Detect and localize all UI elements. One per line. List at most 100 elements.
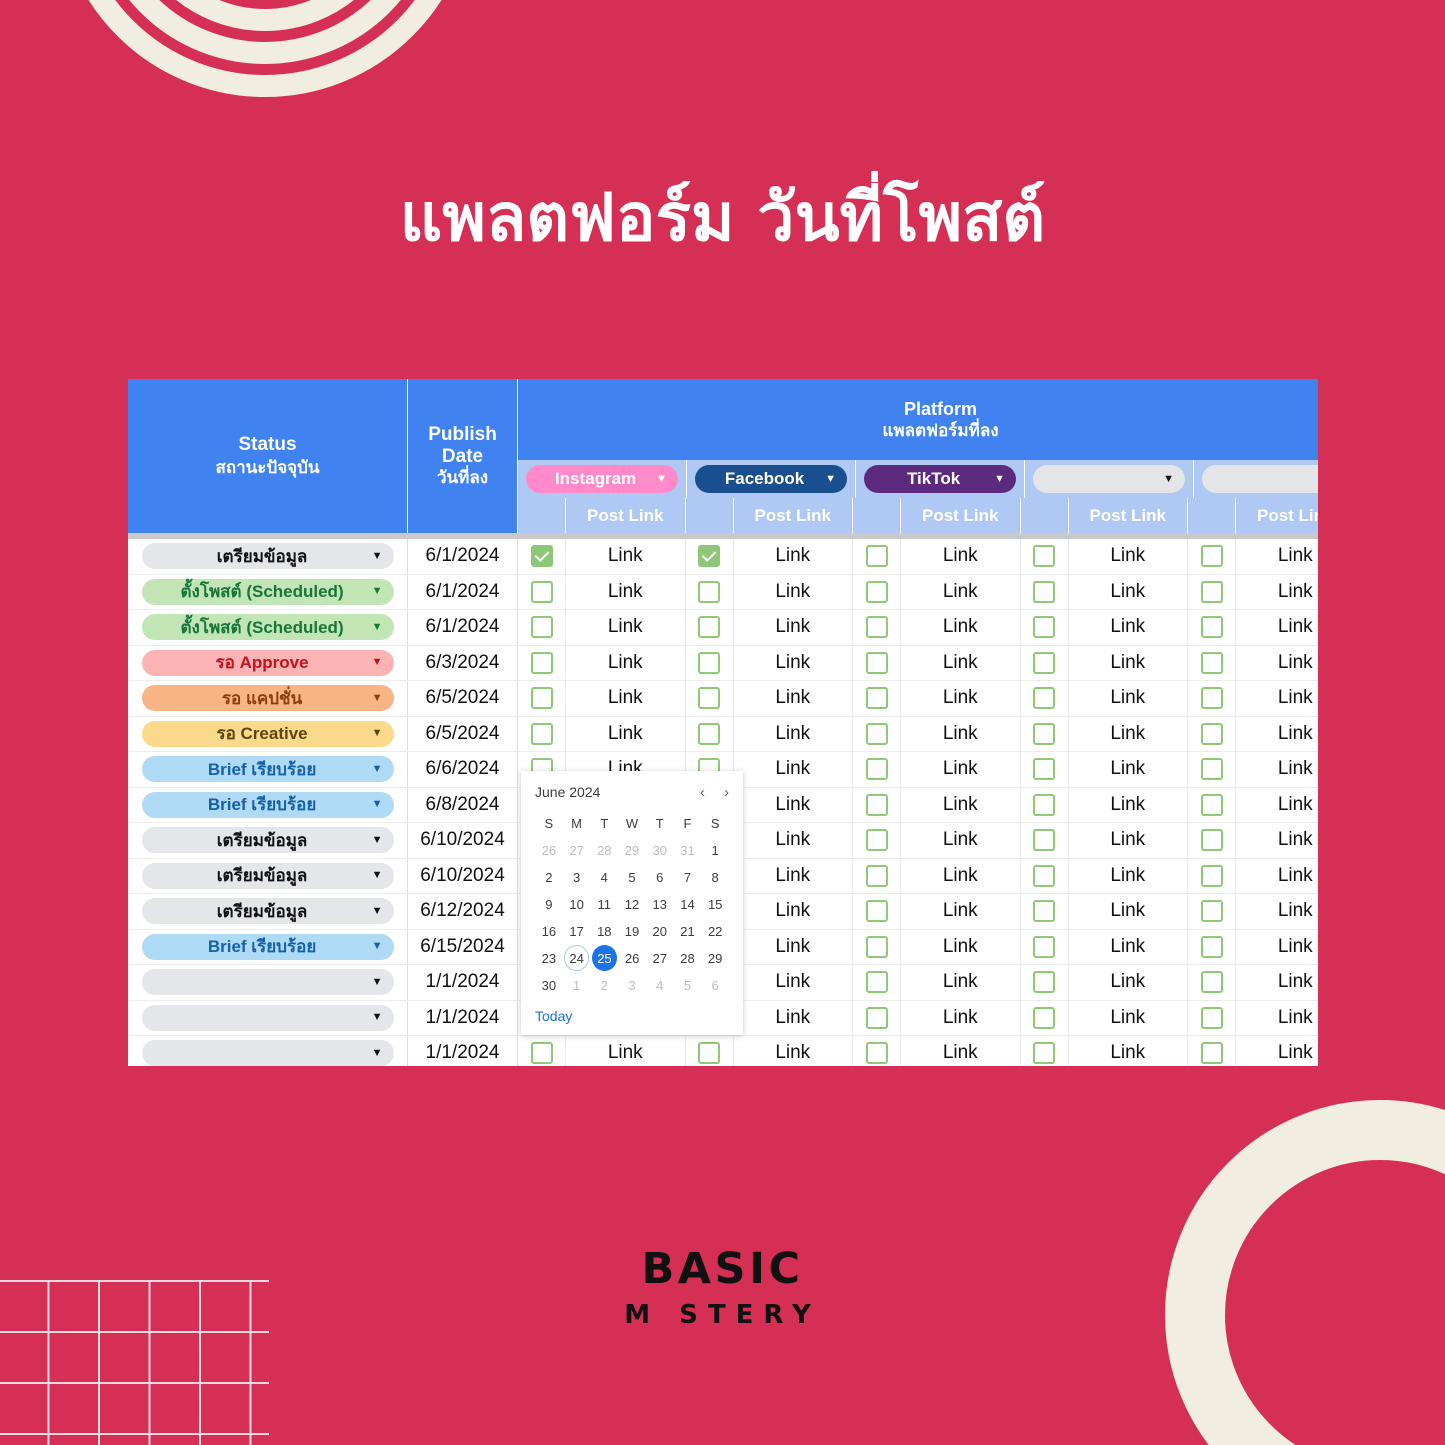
post-link-cell[interactable]: Link xyxy=(1236,965,1318,1000)
post-link-cell[interactable]: Link xyxy=(901,1036,1021,1066)
platform-checkbox-cell[interactable] xyxy=(686,610,734,645)
post-link-cell[interactable]: Link xyxy=(566,681,686,716)
checkbox-unchecked-icon[interactable] xyxy=(1033,1006,1055,1029)
post-link-cell[interactable]: Link xyxy=(901,787,1021,822)
next-month-icon[interactable]: › xyxy=(724,785,729,800)
platform-checkbox-cell[interactable] xyxy=(1188,929,1236,964)
checkbox-unchecked-icon[interactable] xyxy=(865,935,888,958)
platform-checkbox-cell[interactable] xyxy=(1188,716,1236,751)
publish-date-cell[interactable]: 6/6/2024 xyxy=(408,752,518,787)
calendar-day[interactable]: 21 xyxy=(674,918,702,945)
platform-checkbox-cell[interactable] xyxy=(1021,645,1069,680)
post-link-cell[interactable]: Link xyxy=(734,645,853,680)
platform-checkbox-cell[interactable] xyxy=(1188,1036,1236,1066)
calendar-day[interactable]: 4 xyxy=(590,864,618,891)
checkbox-unchecked-icon[interactable] xyxy=(1200,580,1223,603)
checkbox-unchecked-icon[interactable] xyxy=(1200,900,1223,923)
platform-checkbox-cell[interactable] xyxy=(518,716,566,751)
checkbox-unchecked-icon[interactable] xyxy=(1200,1006,1223,1029)
checkbox-unchecked-icon[interactable] xyxy=(865,687,888,710)
checkbox-unchecked-icon[interactable] xyxy=(1200,935,1223,958)
platform-checkbox-cell[interactable] xyxy=(1188,645,1236,680)
calendar-day[interactable]: 12 xyxy=(618,891,646,918)
calendar-day[interactable]: 10 xyxy=(563,891,591,918)
platform-checkbox-cell[interactable] xyxy=(686,645,734,680)
platform-checkbox-cell[interactable] xyxy=(686,539,734,574)
post-link-cell[interactable]: Link xyxy=(1069,823,1188,858)
platform-dropdown-tiktok[interactable]: TikTok ▼ xyxy=(864,465,1016,493)
post-link-cell[interactable]: Link xyxy=(566,716,686,751)
checkbox-checked-icon[interactable] xyxy=(698,545,720,568)
post-link-cell[interactable]: Link xyxy=(566,1036,686,1066)
checkbox-unchecked-icon[interactable] xyxy=(1033,580,1055,603)
platform-checkbox-cell[interactable] xyxy=(1021,929,1069,964)
platform-checkbox-cell[interactable] xyxy=(853,539,901,574)
post-link-cell[interactable]: Link xyxy=(734,681,853,716)
checkbox-unchecked-icon[interactable] xyxy=(698,687,720,710)
publish-date-cell[interactable]: 1/1/2024 xyxy=(408,1000,518,1035)
checkbox-unchecked-icon[interactable] xyxy=(1033,651,1055,674)
checkbox-unchecked-icon[interactable] xyxy=(865,1006,888,1029)
post-link-cell[interactable]: Link xyxy=(734,823,853,858)
post-link-cell[interactable]: Link xyxy=(1236,646,1318,681)
post-link-cell[interactable]: Link xyxy=(1236,894,1318,929)
platform-checkbox-cell[interactable] xyxy=(1021,574,1069,609)
calendar-day[interactable]: 27 xyxy=(563,837,591,864)
platform-checkbox-cell[interactable] xyxy=(1021,752,1069,787)
calendar-day[interactable]: 17 xyxy=(563,918,591,945)
checkbox-unchecked-icon[interactable] xyxy=(865,545,888,568)
calendar-day-selected[interactable]: 25 xyxy=(592,945,617,971)
post-link-cell[interactable]: Link xyxy=(566,610,686,645)
calendar-day[interactable]: 16 xyxy=(535,918,563,945)
platform-checkbox-cell[interactable] xyxy=(853,1036,901,1066)
platform-checkbox-cell[interactable] xyxy=(1188,681,1236,716)
calendar-day[interactable]: 2 xyxy=(590,972,618,999)
checkbox-unchecked-icon[interactable] xyxy=(1033,616,1055,639)
calendar-day[interactable]: 6 xyxy=(646,864,674,891)
checkbox-unchecked-icon[interactable] xyxy=(1033,971,1055,994)
checkbox-unchecked-icon[interactable] xyxy=(865,829,888,852)
platform-checkbox-cell[interactable] xyxy=(853,716,901,751)
calendar-day[interactable]: 14 xyxy=(674,891,702,918)
platform-checkbox-cell[interactable] xyxy=(518,1036,566,1066)
calendar-day[interactable]: 19 xyxy=(618,918,646,945)
platform-checkbox-cell[interactable] xyxy=(518,574,566,609)
status-dropdown[interactable]: รอ แคปชั่น ▼ xyxy=(141,685,394,712)
platform-checkbox-cell[interactable] xyxy=(518,645,566,680)
status-dropdown[interactable]: เตรียมข้อมูล ▼ xyxy=(141,898,394,925)
checkbox-unchecked-icon[interactable] xyxy=(1033,758,1055,781)
calendar-day[interactable]: 11 xyxy=(590,891,618,918)
calendar-day[interactable]: 18 xyxy=(590,918,618,945)
calendar-day[interactable]: 3 xyxy=(618,972,646,999)
checkbox-unchecked-icon[interactable] xyxy=(865,793,888,816)
calendar-day[interactable]: 30 xyxy=(646,837,674,864)
post-link-cell[interactable]: Link xyxy=(734,858,853,893)
calendar-day[interactable]: 7 xyxy=(674,864,702,891)
platform-checkbox-cell[interactable] xyxy=(1021,823,1069,858)
platform-checkbox-cell[interactable] xyxy=(1021,610,1069,645)
status-dropdown[interactable]: ตั้งโพสต์ (Scheduled) ▼ xyxy=(141,614,394,641)
status-dropdown[interactable]: ▼ xyxy=(141,969,394,996)
calendar-day[interactable]: 3 xyxy=(563,864,591,891)
post-link-cell[interactable]: Link xyxy=(901,681,1021,716)
post-link-cell[interactable]: Link xyxy=(901,752,1021,787)
post-link-cell[interactable]: Link xyxy=(1236,1036,1318,1066)
post-link-cell[interactable]: Link xyxy=(901,823,1021,858)
post-link-cell[interactable]: Link xyxy=(1236,539,1318,574)
publish-date-cell[interactable]: 6/12/2024 xyxy=(408,894,518,929)
checkbox-unchecked-icon[interactable] xyxy=(1200,651,1223,674)
checkbox-unchecked-icon[interactable] xyxy=(698,580,720,603)
calendar-day[interactable]: 20 xyxy=(646,918,674,945)
post-link-cell[interactable]: Link xyxy=(901,1000,1021,1035)
platform-checkbox-cell[interactable] xyxy=(1188,965,1236,1000)
platform-checkbox-cell[interactable] xyxy=(1188,752,1236,787)
platform-checkbox-cell[interactable] xyxy=(686,1036,734,1066)
checkbox-unchecked-icon[interactable] xyxy=(865,900,888,923)
platform-checkbox-cell[interactable] xyxy=(1021,787,1069,822)
post-link-cell[interactable]: Link xyxy=(1236,930,1318,965)
publish-date-cell[interactable]: 6/1/2024 xyxy=(408,539,518,574)
checkbox-unchecked-icon[interactable] xyxy=(1200,545,1223,568)
calendar-day[interactable]: 9 xyxy=(535,891,563,918)
platform-checkbox-cell[interactable] xyxy=(1021,858,1069,893)
checkbox-unchecked-icon[interactable] xyxy=(530,1042,553,1065)
